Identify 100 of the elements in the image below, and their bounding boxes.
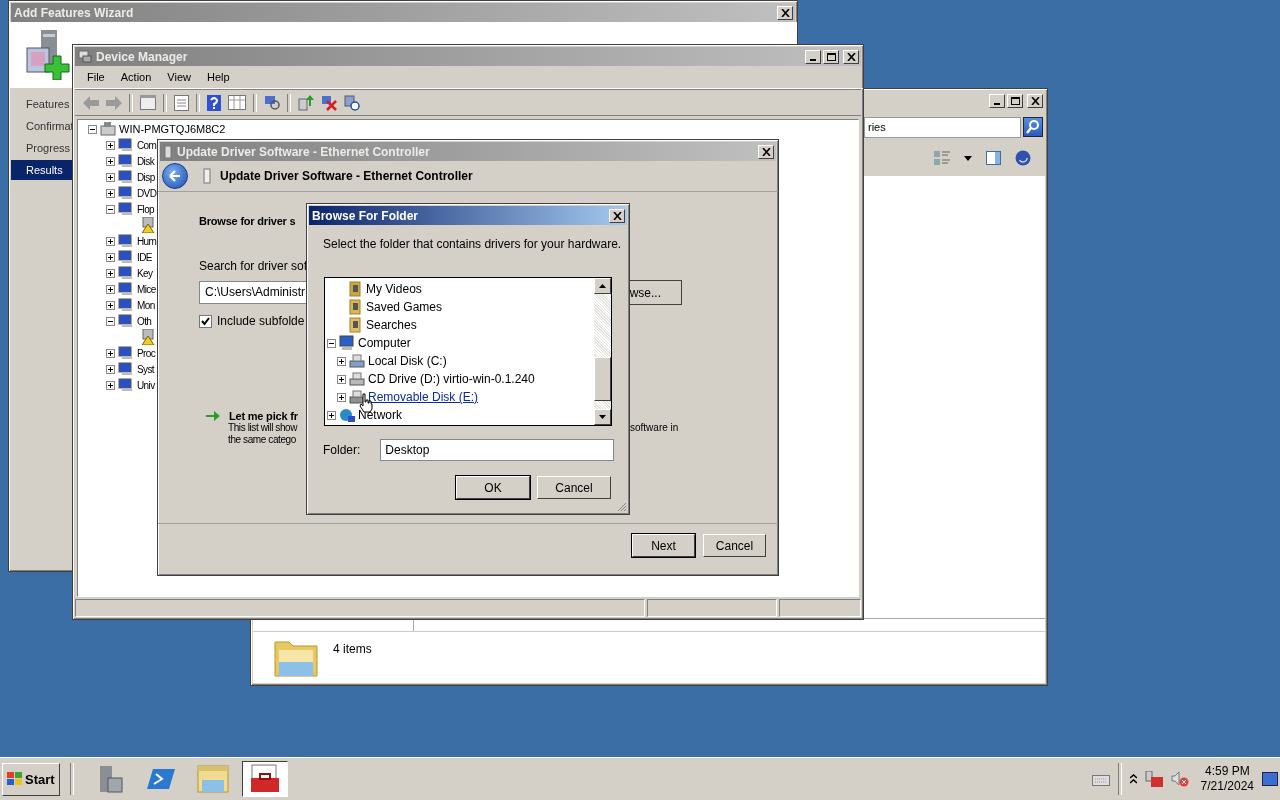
ok-button[interactable]: OK: [456, 476, 530, 499]
device-icon: [118, 138, 134, 152]
close-icon: [761, 147, 771, 156]
expand-icon[interactable]: [106, 284, 115, 294]
expand-icon[interactable]: [106, 252, 115, 262]
show-desktop-icon[interactable]: [1262, 772, 1278, 786]
speaker-muted-icon[interactable]: [1170, 771, 1189, 787]
folder-tree-item[interactable]: My Videos: [366, 282, 422, 296]
drive-icon: [349, 353, 365, 369]
uninstall-icon[interactable]: [321, 94, 337, 111]
wizard-step[interactable]: Progress: [11, 138, 73, 158]
grid-icon[interactable]: [228, 95, 246, 110]
expand-icon[interactable]: [106, 380, 115, 390]
link[interactable]: Let me pick fr: [229, 410, 298, 422]
menu-item[interactable]: Action: [112, 71, 160, 83]
toolbox-button[interactable]: [241, 761, 288, 797]
device-icon: [118, 170, 134, 184]
expand-icon[interactable]: [106, 364, 115, 374]
start-button[interactable]: Start: [2, 762, 60, 796]
dialog-heading: Update Driver Software - Ethernet Controller: [220, 169, 473, 183]
expand-icon[interactable]: [337, 374, 346, 384]
toolbox-icon: [248, 764, 281, 794]
folder-tree-item[interactable]: Saved Games: [366, 300, 443, 314]
tree-item[interactable]: Mon: [137, 299, 155, 311]
tree-item[interactable]: Com: [137, 139, 157, 151]
folder-tree-item[interactable]: Searches: [366, 318, 417, 332]
cancel-button[interactable]: Cancel: [703, 534, 766, 557]
network-error-icon[interactable]: [1144, 771, 1163, 787]
expand-icon[interactable]: [106, 300, 115, 310]
expand-icon[interactable]: [106, 188, 115, 198]
folder-tree-item[interactable]: Local Disk (C:): [368, 354, 447, 368]
search-field[interactable]: ries: [864, 116, 1021, 138]
tree-item[interactable]: Univ: [137, 379, 155, 391]
maximize-icon: [826, 52, 836, 61]
chevron-up-icon[interactable]: [1129, 774, 1137, 784]
collapse-icon[interactable]: [88, 124, 97, 134]
tree-item[interactable]: WIN-PMGTQJ6M8C2: [119, 123, 226, 135]
drive-icon: [349, 389, 365, 405]
folder-tree-item[interactable]: Network: [358, 408, 402, 422]
tree-item[interactable]: Mice: [137, 283, 156, 295]
clock-time[interactable]: 4:59 PM: [1204, 764, 1250, 779]
menu-item[interactable]: Help: [198, 71, 238, 83]
warning-device-icon[interactable]: [140, 329, 156, 345]
expand-icon[interactable]: [106, 236, 115, 246]
folder-tree-item[interactable]: Computer: [358, 336, 411, 350]
expand-icon[interactable]: [106, 140, 115, 150]
wizard-step[interactable]: Results: [11, 160, 73, 180]
device-icon: [118, 378, 134, 392]
scroll-down-icon[interactable]: [599, 415, 606, 419]
caret-icon[interactable]: [964, 155, 972, 161]
collapse-icon[interactable]: [327, 338, 336, 348]
back-button[interactable]: [162, 163, 188, 189]
tree-item[interactable]: Hum: [137, 235, 157, 247]
expand-icon[interactable]: [327, 410, 336, 420]
folder-tree-item[interactable]: Removable Disk (E:): [368, 390, 479, 404]
close-button[interactable]: [609, 208, 625, 223]
wizard-step[interactable]: Confirmat: [11, 116, 73, 136]
folder-field[interactable]: Desktop: [380, 439, 615, 461]
menu-item[interactable]: File: [79, 71, 113, 83]
scrollbar[interactable]: [594, 278, 611, 425]
collapse-icon[interactable]: [106, 316, 115, 326]
maximize-button[interactable]: [1007, 93, 1023, 108]
tree-item[interactable]: IDE: [137, 251, 152, 263]
expand-icon[interactable]: [337, 392, 346, 402]
collapse-icon[interactable]: [106, 204, 115, 214]
device-icon: [118, 186, 134, 200]
expand-icon[interactable]: [106, 172, 115, 182]
tree-item[interactable]: DVD: [137, 187, 157, 199]
warning-device-icon[interactable]: [140, 217, 156, 233]
tree-item[interactable]: Flop: [137, 203, 155, 215]
resize-grip-icon[interactable]: [617, 502, 627, 512]
search-button[interactable]: [1023, 117, 1043, 137]
scroll-up-icon[interactable]: [599, 284, 606, 288]
item-count: 4 items: [333, 642, 372, 656]
menu-item[interactable]: View: [159, 71, 199, 83]
expand-icon[interactable]: [106, 156, 115, 166]
next-button[interactable]: Next: [632, 534, 695, 557]
properties-icon[interactable]: [174, 94, 189, 111]
clock-date[interactable]: 7/21/2024: [1200, 779, 1254, 794]
cancel-button[interactable]: Cancel: [537, 476, 611, 499]
folder-tree-item[interactable]: CD Drive (D:) virtio-win-0.1.240: [368, 372, 535, 386]
expand-icon[interactable]: [106, 348, 115, 358]
expand-icon[interactable]: [106, 268, 115, 278]
pane-icon[interactable]: [986, 151, 1001, 165]
tree-item[interactable]: Syst: [137, 363, 155, 375]
keyboard-icon[interactable]: [1091, 772, 1110, 786]
console-icon[interactable]: [140, 95, 156, 110]
tree-item[interactable]: Disp: [137, 171, 155, 183]
expand-icon[interactable]: [337, 356, 346, 366]
close-icon: [612, 211, 622, 220]
device-icon: [118, 346, 134, 360]
tree-item[interactable]: Key: [137, 267, 153, 279]
tree-item[interactable]: Proc: [137, 347, 156, 359]
close-button[interactable]: [1027, 93, 1043, 108]
search-icon: [1025, 119, 1041, 135]
minimize-button[interactable]: [989, 93, 1005, 108]
tree-item[interactable]: Disk: [137, 155, 155, 167]
wizard-step[interactable]: Features: [11, 94, 73, 114]
checkbox[interactable]: [199, 314, 212, 328]
tree-item[interactable]: Oth: [137, 315, 152, 327]
